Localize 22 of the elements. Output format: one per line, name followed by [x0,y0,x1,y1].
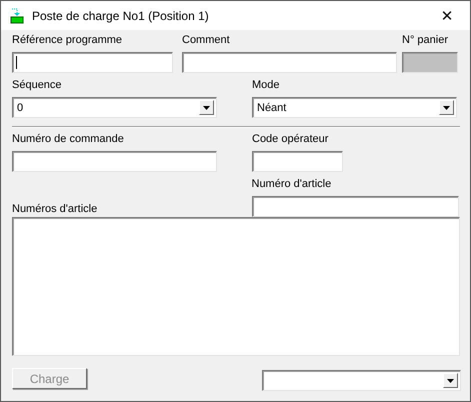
input-field[interactable] [12,52,173,73]
input-field[interactable] [252,151,343,172]
field-label: Numéro de commande [12,133,125,147]
field-label: Mode [252,79,281,93]
caret-icon [203,106,210,110]
caret-icon [443,106,450,110]
field-label: Comment [182,34,231,48]
input-field[interactable] [252,196,459,217]
field-label: Séquence [12,79,63,93]
app-icon [9,8,25,24]
field-label: Numéro d'article [252,178,332,192]
caret-icon [447,378,454,382]
window-title: Poste de charge No1 (Position 1) [32,8,210,22]
field-label: Code opérateur [252,133,330,147]
dropdown[interactable]: 0 [12,97,217,118]
input-field[interactable] [182,52,397,73]
dropdown[interactable] [262,370,461,391]
field-label: N° panier [402,34,449,48]
dropdown[interactable]: Néant [252,97,457,118]
field-label: Numéros d'article [12,203,98,217]
field-label: Référence programme [12,34,124,48]
input-field[interactable] [12,151,217,172]
